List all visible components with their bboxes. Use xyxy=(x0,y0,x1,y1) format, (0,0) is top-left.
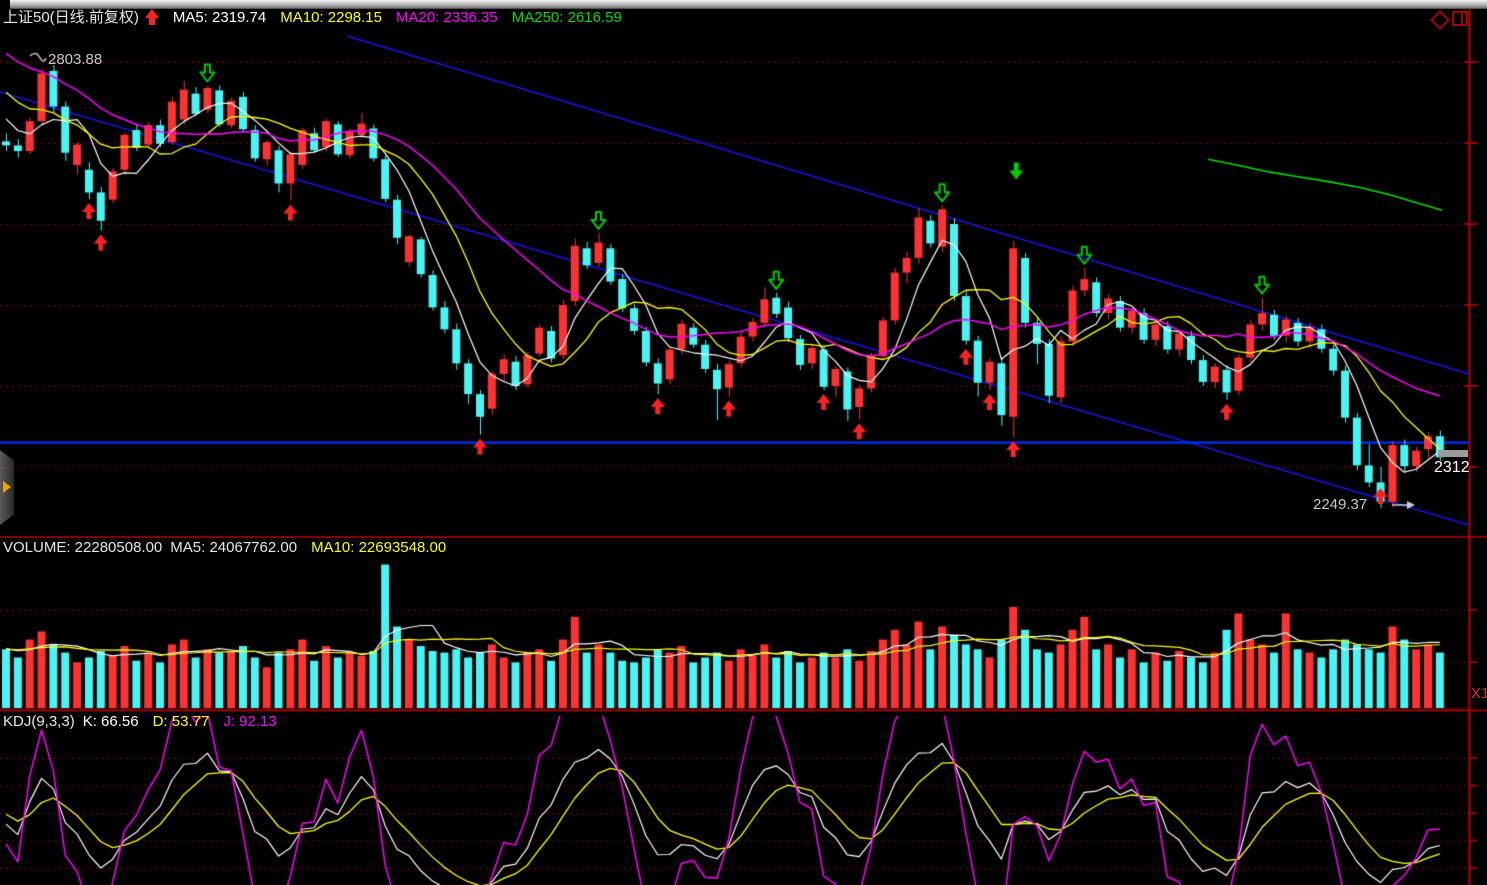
ma20-value: MA20: 2336.35 xyxy=(396,9,498,26)
main-pane-header: 上证50(日线.前复权) MA5: 2319.74 MA10: 2298.15 MA2… xyxy=(3,6,636,27)
ma250-value: MA250: 2616.59 xyxy=(512,9,622,26)
kdj-j-value: J: 92.13 xyxy=(223,713,276,730)
window-split-icon[interactable] xyxy=(1452,11,1468,26)
left-panel-expander[interactable] xyxy=(0,450,14,525)
low-price-label: 2249.37 xyxy=(1313,496,1367,513)
last-price-marker-bar xyxy=(1438,450,1468,457)
volume-ma10-value: MA10: 22693548.00 xyxy=(311,539,446,556)
ma5-value: MA5: 2319.74 xyxy=(173,9,266,26)
high-price-label: 2803.88 xyxy=(48,51,102,68)
kdj-k-value: K: 66.56 xyxy=(83,713,139,730)
symbol-title: 上证50(日线.前复权) xyxy=(3,9,139,26)
volume-value: VOLUME: 22280508.00 xyxy=(3,539,162,556)
volume-ma5-value: MA5: 24067762.00 xyxy=(170,539,297,556)
last-price-tag: 2312 xyxy=(1434,459,1470,477)
expander-arrow-icon xyxy=(3,481,11,493)
kdj-d-value: D: 53.77 xyxy=(153,713,210,730)
ma10-value: MA10: 2298.15 xyxy=(280,9,382,26)
kdj-name: KDJ(9,3,3) xyxy=(3,713,75,730)
chart-canvas[interactable] xyxy=(0,0,1487,885)
kdj-pane-header: KDJ(9,3,3) K: 66.56 D: 53.77 J: 92.13 xyxy=(3,713,291,730)
volume-pane-header: VOLUME: 22280508.00 MA5: 24067762.00 MA10:… xyxy=(3,539,460,556)
stock-chart-app: 上证50(日线.前复权) MA5: 2319.74 MA10: 2298.15 MA2… xyxy=(0,0,1487,885)
corner-label: X1 xyxy=(1471,685,1487,702)
up-arrow-icon xyxy=(145,9,159,25)
